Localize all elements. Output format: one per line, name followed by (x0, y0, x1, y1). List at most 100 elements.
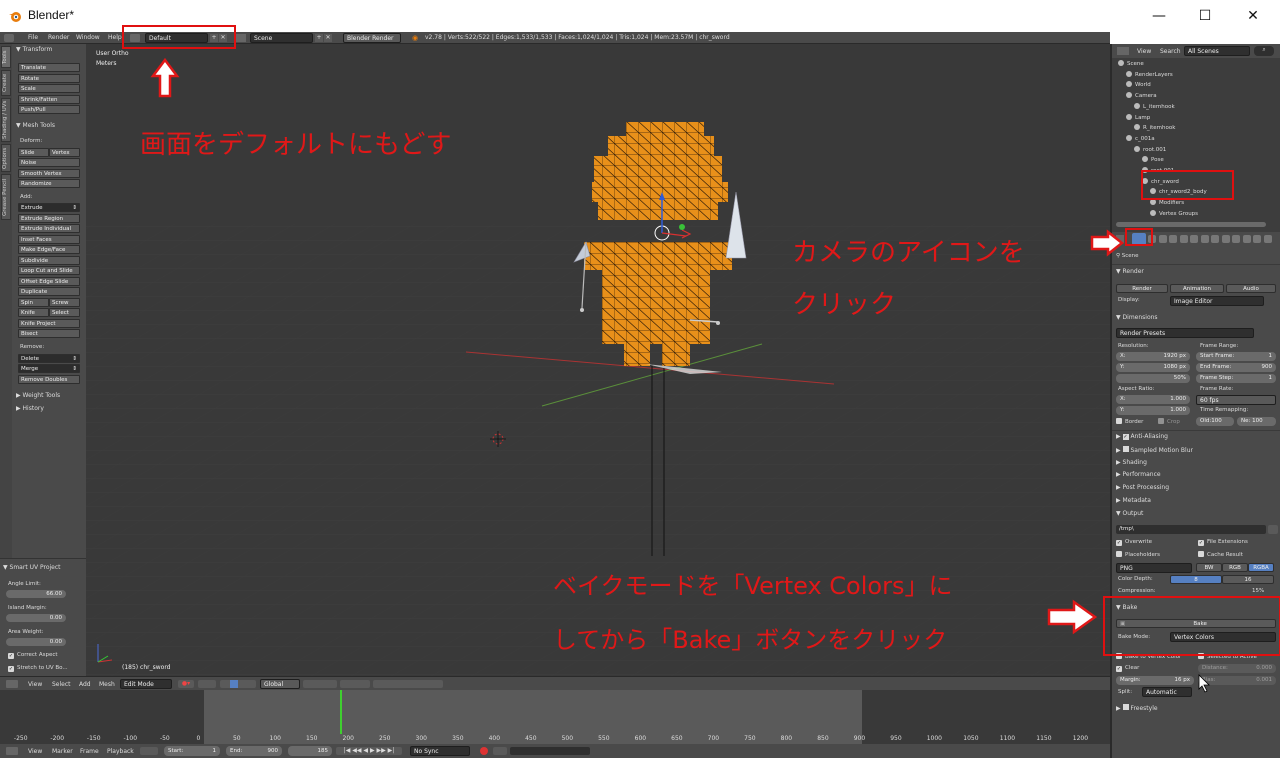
outliner-item[interactable]: Camera (1126, 92, 1157, 99)
output-folder-icon[interactable] (1268, 525, 1278, 534)
animation-button[interactable]: Animation (1170, 284, 1224, 293)
outliner-editor-icon[interactable] (1117, 47, 1129, 55)
resolution-percent-field[interactable]: 50% (1116, 374, 1190, 383)
shading-dropdown[interactable]: ●▾ (178, 680, 194, 688)
end-frame-prop-field[interactable]: End Frame: 900 (1196, 363, 1276, 372)
translate-button[interactable]: Translate (18, 63, 80, 72)
outliner-item[interactable]: Scene (1118, 60, 1144, 67)
output-section-header[interactable]: ▼ Output (1116, 510, 1143, 517)
output-path-field[interactable]: /tmp\ (1116, 525, 1266, 534)
anti-aliasing-section-header[interactable]: ▶ ✓ Anti-Aliasing (1116, 433, 1168, 440)
timeline-area[interactable]: -250 -200 -150 -100 -50 0 50 100 150 200 250 300 350… (0, 690, 1110, 744)
angle-limit-field[interactable]: 66.00 (6, 590, 66, 598)
cache-result-checkbox[interactable]: Cache Result (1198, 551, 1243, 558)
properties-tab-icon[interactable] (1253, 235, 1261, 243)
weight-tools-header[interactable]: ▶ Weight Tools (16, 392, 60, 399)
properties-tab-icon[interactable] (1263, 235, 1272, 243)
keying-dropdown[interactable] (493, 747, 507, 755)
tab-grease-pencil[interactable]: Grease Pencil (1, 174, 11, 220)
overwrite-checkbox[interactable]: ✓ Overwrite (1116, 539, 1152, 546)
end-frame-field[interactable]: End: 900 (226, 746, 282, 756)
motion-blur-section-header[interactable]: ▶ Sampled Motion Blur (1116, 446, 1193, 454)
vertex-slide-button[interactable]: Vertex (49, 148, 80, 157)
viewport-menu-add[interactable]: Add (79, 681, 91, 688)
push-pull-button[interactable]: Push/Pull (18, 105, 80, 114)
compression-value[interactable]: 15% (1252, 588, 1264, 594)
resolution-x-field[interactable]: X: 1920 px (1116, 352, 1190, 361)
snap-proportional-buttons[interactable] (373, 680, 443, 688)
outliner-item[interactable]: Modifiers (1150, 199, 1184, 206)
timeline-menu-frame[interactable]: Frame (80, 748, 99, 755)
select-mode-buttons[interactable] (340, 680, 370, 688)
shrink-fatten-button[interactable]: Shrink/Fatten (18, 95, 80, 104)
placeholders-checkbox[interactable]: Placeholders (1116, 551, 1160, 558)
margin-field[interactable]: Margin: 16 px (1116, 676, 1194, 685)
split-dropdown[interactable]: Automatic (1142, 687, 1192, 697)
freestyle-section-header[interactable]: ▶ Freestyle (1116, 704, 1158, 712)
outliner-menu-search[interactable]: Search (1160, 48, 1181, 55)
audio-button[interactable]: Audio (1226, 284, 1276, 293)
file-format-dropdown[interactable]: PNG (1116, 563, 1192, 573)
keying-set-field[interactable] (510, 747, 590, 755)
frame-rate-dropdown[interactable]: 60 fps (1196, 395, 1276, 405)
timeline-menu-playback[interactable]: Playback (107, 748, 134, 755)
properties-context-tabs[interactable] (1148, 235, 1274, 243)
rotate-button[interactable]: Rotate (18, 74, 80, 83)
color-rgb-button[interactable]: RGB (1222, 563, 1248, 572)
merge-dropdown[interactable]: Merge ⇕ (18, 364, 80, 373)
properties-tab-icon[interactable] (1200, 235, 1209, 243)
aspect-y-field[interactable]: Y: 1.000 (1116, 406, 1190, 415)
knife-button[interactable]: Knife (18, 308, 49, 317)
extrude-dropdown[interactable]: Extrude ⇕ (18, 203, 80, 212)
distance-field[interactable]: Distance: 0.000 (1198, 664, 1276, 673)
island-margin-field[interactable]: 0.00 (6, 614, 66, 622)
outliner-display-dropdown[interactable]: All Scenes (1184, 46, 1250, 56)
record-icon[interactable] (480, 747, 488, 755)
shading-section-header[interactable]: ▶ Shading (1116, 459, 1147, 466)
render-engine-dropdown[interactable]: Blender Render (343, 33, 401, 43)
minimize-button[interactable]: — (1136, 0, 1182, 32)
outliner-item[interactable]: Vertex Groups (1150, 209, 1198, 217)
viewport-menu-mesh[interactable]: Mesh (99, 681, 115, 688)
outliner-scrollbar[interactable] (1116, 222, 1266, 227)
inset-faces-button[interactable]: Inset Faces (18, 235, 80, 244)
sync-dropdown[interactable]: No Sync (410, 746, 470, 756)
viewport-editor-icon[interactable] (6, 680, 18, 688)
properties-tab-icon[interactable] (1242, 235, 1251, 243)
delete-dropdown[interactable]: Delete ⇕ (18, 354, 80, 363)
make-edge-face-button[interactable]: Make Edge/Face (18, 245, 80, 254)
color-depth-8-button[interactable]: 8 (1170, 575, 1222, 584)
viewport-menu-select[interactable]: Select (52, 681, 71, 688)
render-section-header[interactable]: ▼ Render (1116, 268, 1144, 275)
mode-dropdown[interactable]: Edit Mode (120, 679, 172, 689)
layer-buttons[interactable] (303, 680, 337, 688)
metadata-section-header[interactable]: ▶ Metadata (1116, 497, 1151, 504)
slide-edge-button[interactable]: Slide Edge (18, 148, 49, 164)
resolution-y-field[interactable]: Y: 1080 px (1116, 363, 1190, 372)
menu-window[interactable]: Window (76, 34, 100, 41)
menu-render[interactable]: Render (48, 34, 69, 41)
scale-button[interactable]: Scale (18, 84, 80, 93)
orientation-dropdown[interactable]: Global (260, 679, 300, 689)
extrude-region-button[interactable]: Extrude Region (18, 214, 80, 223)
tab-shading-uvs[interactable]: Shading / UVs (1, 98, 11, 142)
outliner-search-icon[interactable]: ⌕ (1254, 46, 1274, 56)
offset-edge-slide-button[interactable]: Offset Edge Slide (18, 277, 80, 286)
properties-tab-icon[interactable] (1232, 235, 1240, 243)
preview-range-buttons[interactable] (140, 747, 158, 755)
timeline-menu-marker[interactable]: Marker (52, 748, 73, 755)
manipulator-buttons[interactable] (220, 680, 256, 688)
viewport-menu-view[interactable]: View (28, 681, 42, 688)
display-dropdown[interactable]: Image Editor (1170, 296, 1264, 306)
menu-help[interactable]: Help (108, 34, 122, 41)
tab-options[interactable]: Options (1, 144, 11, 172)
outliner-item[interactable]: Pose (1142, 156, 1164, 163)
scene-icon[interactable] (236, 34, 246, 42)
current-frame-field[interactable]: 185 (288, 746, 332, 756)
outliner-menu-view[interactable]: View (1137, 48, 1151, 55)
bake-clear-checkbox[interactable]: ✓ Clear (1116, 665, 1139, 672)
dimensions-section-header[interactable]: ▼ Dimensions (1116, 314, 1158, 321)
outliner-item[interactable]: Lamp (1126, 113, 1150, 121)
properties-tab-icon[interactable] (1169, 235, 1177, 243)
maximize-button[interactable]: ☐ (1182, 0, 1228, 32)
